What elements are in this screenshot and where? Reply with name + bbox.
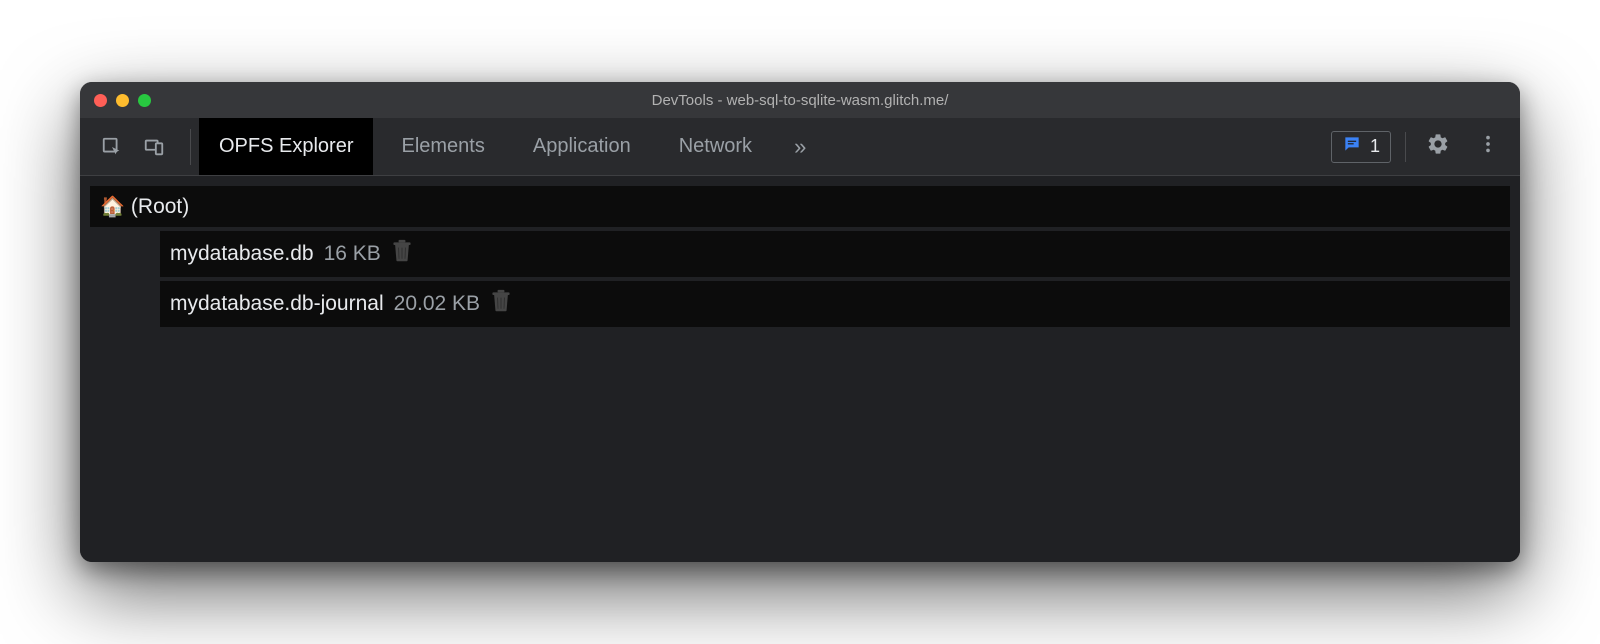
devtools-window: DevTools - web-sql-to-sqlite-wasm.glitch… (80, 82, 1520, 562)
file-size: 16 KB (324, 242, 381, 266)
delete-file-button[interactable] (490, 289, 512, 319)
toolbar-right: 1 (1331, 129, 1506, 165)
file-row[interactable]: mydatabase.db-journal 20.02 KB (160, 281, 1510, 327)
minimize-window-button[interactable] (116, 94, 129, 107)
opfs-explorer-panel: 🏠 (Root) mydatabase.db 16 KB (80, 176, 1520, 562)
tab-opfs-explorer[interactable]: OPFS Explorer (199, 118, 373, 175)
home-icon: 🏠 (100, 194, 125, 219)
tree-children: mydatabase.db 16 KB mydatabase.db-journa… (90, 231, 1510, 327)
delete-file-button[interactable] (391, 239, 413, 269)
trash-icon (490, 289, 512, 313)
kebab-icon (1477, 133, 1499, 160)
file-row[interactable]: mydatabase.db 16 KB (160, 231, 1510, 277)
device-toolbar-button[interactable] (136, 129, 172, 165)
trash-icon (391, 239, 413, 263)
tree-root-node[interactable]: 🏠 (Root) (90, 186, 1510, 227)
titlebar: DevTools - web-sql-to-sqlite-wasm.glitch… (80, 82, 1520, 118)
issues-count: 1 (1370, 136, 1380, 157)
chevron-double-right-icon: » (794, 134, 806, 159)
toolbar: OPFS Explorer Elements Application Netwo… (80, 118, 1520, 176)
tab-label: OPFS Explorer (219, 135, 353, 158)
file-name: mydatabase.db-journal (170, 292, 384, 316)
tab-application[interactable]: Application (513, 118, 651, 175)
tab-elements[interactable]: Elements (381, 118, 504, 175)
tab-label: Elements (401, 135, 484, 158)
more-tabs-button[interactable]: » (780, 134, 820, 160)
inspect-element-button[interactable] (94, 129, 130, 165)
tab-label: Application (533, 135, 631, 158)
root-label: (Root) (131, 195, 189, 219)
issues-badge[interactable]: 1 (1331, 131, 1391, 163)
file-size: 20.02 KB (394, 292, 480, 316)
file-name: mydatabase.db (170, 242, 314, 266)
tab-label: Network (679, 135, 752, 158)
more-options-button[interactable] (1470, 129, 1506, 165)
chat-icon (1342, 134, 1362, 159)
divider (1405, 132, 1406, 162)
settings-button[interactable] (1420, 129, 1456, 165)
toolbar-icon-group (94, 129, 191, 165)
panel-tabs: OPFS Explorer Elements Application Netwo… (199, 118, 820, 175)
close-window-button[interactable] (94, 94, 107, 107)
maximize-window-button[interactable] (138, 94, 151, 107)
traffic-lights (80, 94, 151, 107)
tab-network[interactable]: Network (659, 118, 772, 175)
window-title: DevTools - web-sql-to-sqlite-wasm.glitch… (652, 92, 949, 109)
gear-icon (1426, 132, 1450, 161)
